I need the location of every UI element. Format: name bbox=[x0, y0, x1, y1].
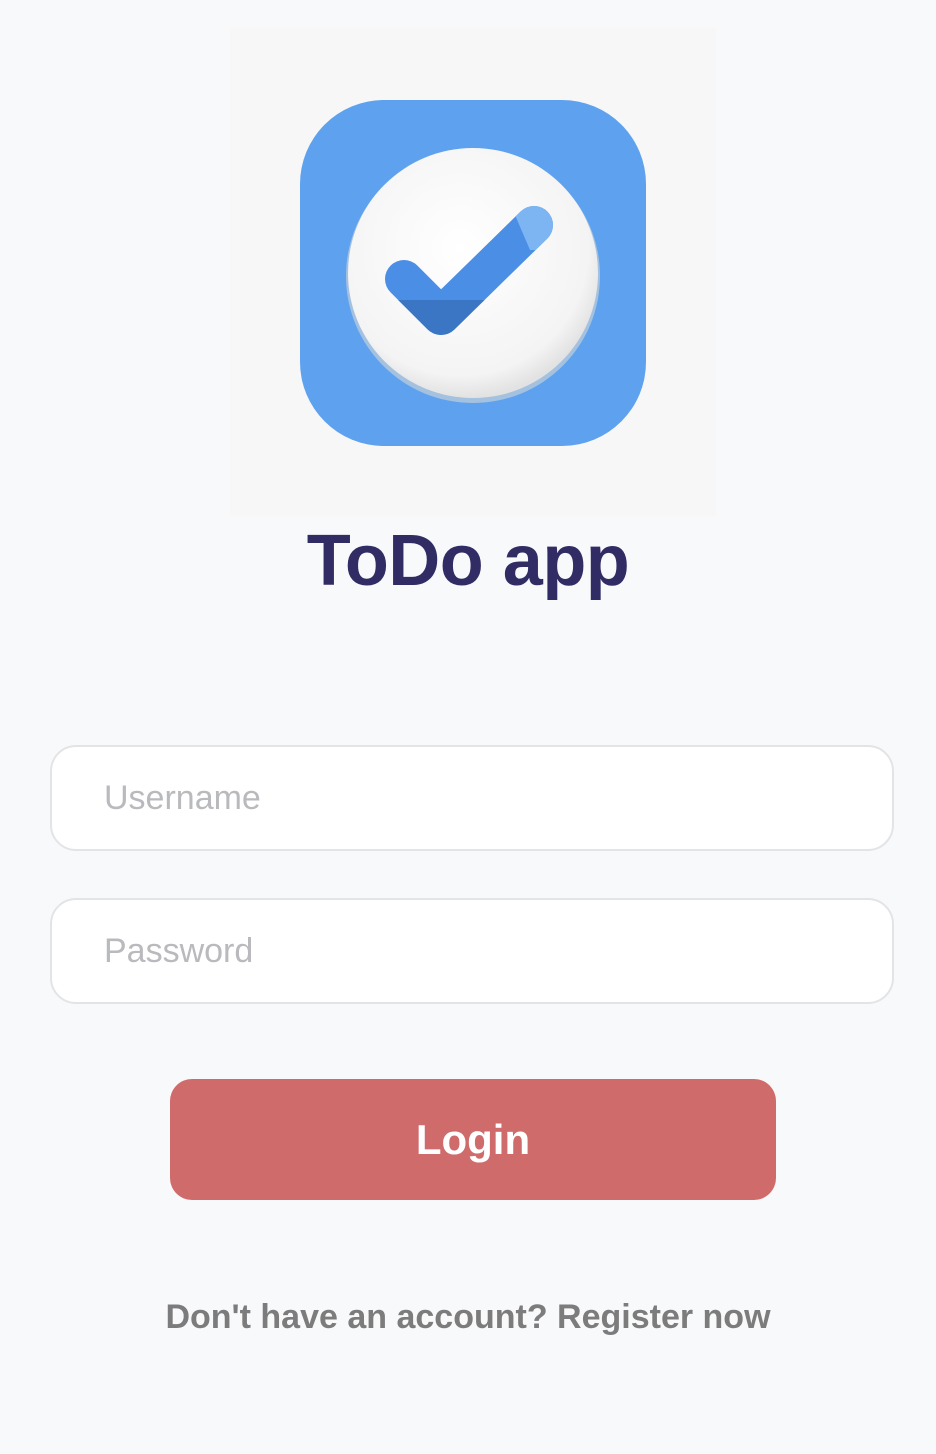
app-title: ToDo app bbox=[306, 521, 630, 601]
checkmark-circle-icon bbox=[346, 148, 600, 403]
logo-frame bbox=[230, 28, 716, 516]
username-input[interactable] bbox=[50, 745, 894, 851]
register-now-link[interactable]: Register now bbox=[557, 1298, 770, 1336]
login-button[interactable]: Login bbox=[170, 1079, 776, 1200]
register-prompt: Don't have an account? Register now bbox=[0, 1298, 936, 1337]
app-logo bbox=[300, 100, 646, 446]
register-prompt-text: Don't have an account? bbox=[165, 1298, 548, 1336]
password-input[interactable] bbox=[50, 898, 894, 1004]
